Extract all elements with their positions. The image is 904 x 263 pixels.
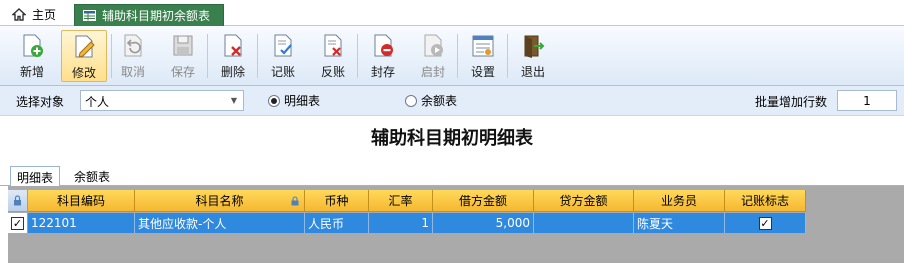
cell-currency[interactable]: 人民币 — [305, 213, 369, 233]
radio-detail-dot[interactable] — [268, 94, 280, 107]
settings-button[interactable]: 设置 — [460, 30, 506, 82]
col-rate[interactable]: 汇率 — [369, 190, 433, 212]
seal-icon — [374, 34, 393, 57]
object-label: 选择对象 — [16, 95, 65, 109]
radio-detail[interactable]: 明细表 — [268, 92, 320, 109]
tab-initial-balance[interactable]: 辅助科目期初余额表 — [74, 4, 224, 26]
add-button-label: 新增 — [19, 65, 44, 79]
col-debit[interactable]: 借方金额 — [433, 190, 534, 212]
radio-balance-dot[interactable] — [405, 94, 417, 107]
tab-active-label: 辅助科目期初余额表 — [102, 9, 211, 23]
delete-button-label: 删除 — [220, 65, 245, 79]
save-icon — [173, 35, 193, 56]
settings-button-label: 设置 — [470, 65, 495, 79]
subtab-bar: 明细表 余额表 — [0, 164, 904, 187]
col-posted-flag[interactable]: 记账标志 — [725, 190, 806, 212]
undo-icon — [124, 34, 142, 57]
cell-account-code[interactable]: 122101 — [28, 213, 135, 233]
tab-detail[interactable]: 明细表 — [10, 166, 61, 187]
row-select-checkbox[interactable]: ✓ — [8, 213, 28, 233]
cancel-button[interactable]: 取消 — [110, 30, 156, 82]
col-account-code[interactable]: 科目编码 — [28, 190, 135, 212]
grid-header: 科目编码 科目名称 币种 汇率 借方金额 贷方金额 业务员 记账标志 — [8, 190, 806, 212]
seal-button[interactable]: 封存 — [360, 30, 406, 82]
cell-account-name[interactable]: 其他应收款-个人 — [135, 213, 305, 233]
cancel-button-label: 取消 — [120, 65, 145, 79]
unpost-button[interactable]: 反账 — [310, 30, 356, 82]
posted-checkbox[interactable]: ✓ — [758, 216, 772, 230]
seal-button-label: 封存 — [370, 65, 395, 79]
object-select-value: 个人 — [85, 95, 110, 109]
delete-icon — [224, 34, 242, 57]
post-button-label: 记账 — [270, 65, 295, 79]
exit-button[interactable]: 退出 — [510, 30, 556, 82]
row-select-check[interactable]: ✓ — [11, 216, 24, 230]
save-button[interactable]: 保存 — [160, 30, 206, 82]
cell-credit[interactable] — [534, 213, 634, 233]
edit-button[interactable]: 修改 — [61, 30, 107, 82]
exit-button-label: 退出 — [520, 65, 545, 79]
edit-button-label: 修改 — [71, 66, 96, 80]
lock-icon[interactable] — [8, 190, 28, 212]
toolbar-separator — [207, 34, 208, 78]
toolbar: 新增 修改 取消 保存 删除 记账 反账 封存 启封 设置 退出 — [0, 26, 904, 86]
post-button[interactable]: 记账 — [260, 30, 306, 82]
page-title: 辅助科目期初明细表 — [371, 128, 533, 149]
tab-home[interactable]: 主页 — [6, 4, 62, 24]
cell-debit[interactable]: 5,000 — [433, 213, 534, 233]
add-button[interactable]: 新增 — [9, 30, 55, 82]
col-account-name-label: 科目名称 — [195, 194, 244, 208]
cell-clerk[interactable]: 陈夏天 — [634, 213, 725, 233]
unpost-button-label: 反账 — [320, 65, 345, 79]
exit-icon — [524, 35, 545, 58]
unpost-icon — [324, 34, 342, 57]
object-select[interactable]: 个人 ▼ — [80, 90, 244, 111]
table-icon — [83, 10, 96, 21]
home-icon — [12, 7, 26, 21]
add-doc-icon — [23, 34, 43, 57]
unseal-button[interactable]: 启封 — [410, 30, 456, 82]
tab-home-label: 主页 — [32, 7, 57, 22]
batch-label: 批量增加行数 — [755, 95, 828, 109]
radio-balance-label: 余额表 — [421, 94, 458, 108]
radio-detail-label: 明细表 — [284, 94, 321, 108]
lock-icon — [291, 196, 299, 206]
col-account-name[interactable]: 科目名称 — [135, 190, 305, 212]
unseal-icon — [424, 34, 443, 57]
save-button-label: 保存 — [170, 65, 195, 79]
radio-balance[interactable]: 余额表 — [405, 92, 457, 109]
col-credit[interactable]: 贷方金额 — [534, 190, 634, 212]
table-row[interactable]: ✓ 122101 其他应收款-个人 人民币 1 5,000 陈夏天 ✓ — [8, 213, 806, 233]
data-grid: 科目编码 科目名称 币种 汇率 借方金额 贷方金额 业务员 记账标志 ✓ 122… — [8, 186, 904, 263]
settings-icon — [472, 35, 494, 57]
filter-bar: 选择对象 个人 ▼ 明细表 余额表 批量增加行数 1 — [0, 86, 904, 116]
tab-balance[interactable]: 余额表 — [68, 166, 116, 187]
post-icon — [274, 34, 292, 57]
delete-button[interactable]: 删除 — [210, 30, 256, 82]
toolbar-separator — [457, 34, 458, 78]
col-currency[interactable]: 币种 — [305, 190, 369, 212]
toolbar-separator — [357, 34, 358, 78]
cell-posted-flag[interactable]: ✓ — [725, 213, 806, 233]
toolbar-separator — [257, 34, 258, 78]
edit-icon — [75, 35, 95, 58]
unseal-button-label: 启封 — [420, 65, 445, 79]
chevron-down-icon[interactable]: ▼ — [227, 93, 241, 108]
batch-rows-input[interactable]: 1 — [837, 90, 897, 111]
cell-rate[interactable]: 1 — [369, 213, 433, 233]
toolbar-separator — [507, 34, 508, 78]
col-clerk[interactable]: 业务员 — [634, 190, 725, 212]
tab-bar: 主页 辅助科目期初余额表 — [0, 0, 904, 26]
